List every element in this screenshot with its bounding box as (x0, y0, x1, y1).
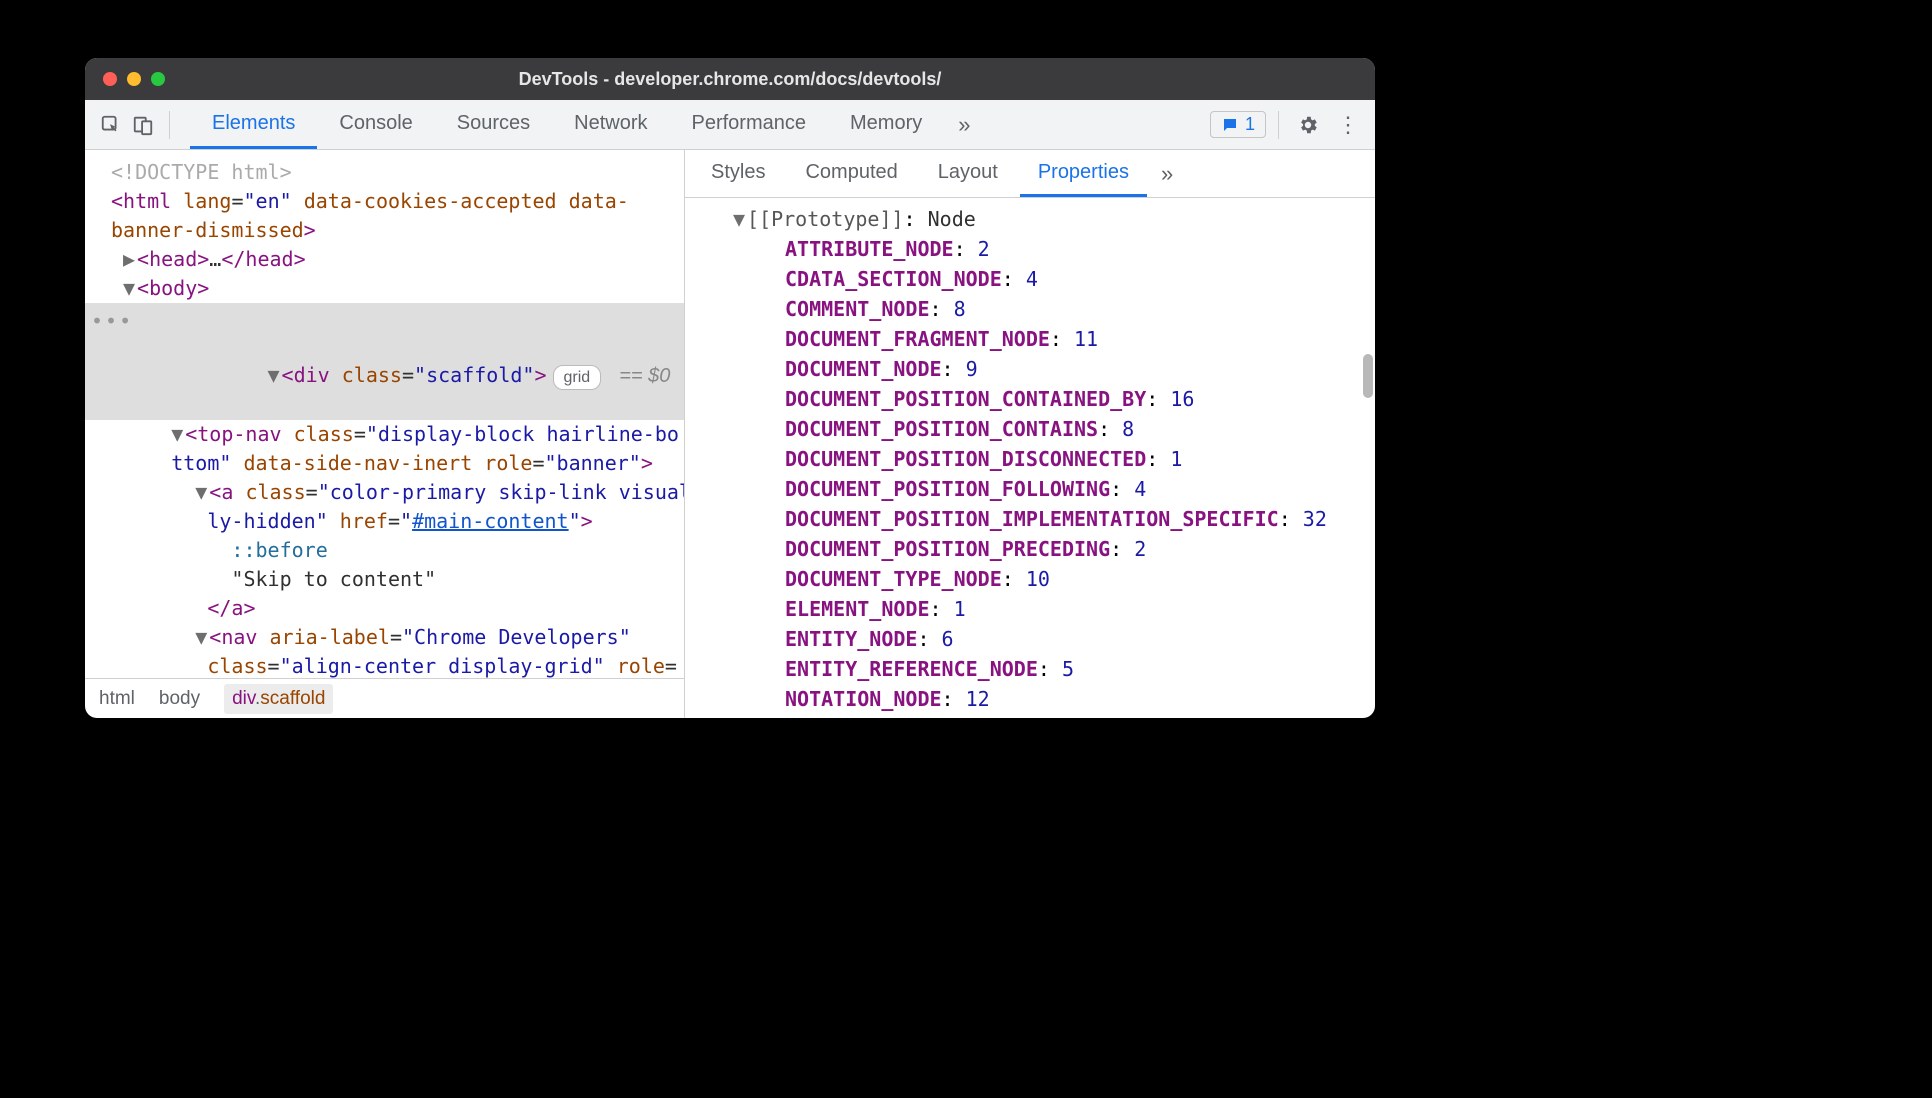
panel-tabs: ElementsConsoleSourcesNetworkPerformance… (190, 100, 944, 149)
crumb-html[interactable]: html (99, 688, 135, 710)
tab-performance[interactable]: Performance (670, 100, 829, 149)
crumb-body[interactable]: body (159, 688, 200, 710)
property-row[interactable]: DOCUMENT_FRAGMENT_NODE: 11 (745, 324, 1375, 354)
property-row[interactable]: COMMENT_NODE: 8 (745, 294, 1375, 324)
separator (1278, 111, 1279, 139)
dom-head[interactable]: ▶<head>…</head> (111, 245, 684, 274)
tab-sources[interactable]: Sources (435, 100, 552, 149)
property-row[interactable]: ELEMENT_NODE: 1 (745, 594, 1375, 624)
elements-panel: <!DOCTYPE html> <html lang="en" data-coo… (85, 150, 685, 718)
property-row[interactable]: DOCUMENT_POSITION_CONTAINS: 8 (745, 414, 1375, 444)
property-row[interactable]: DOCUMENT_POSITION_IMPLEMENTATION_SPECIFI… (745, 504, 1375, 534)
ellipsis-icon[interactable]: ••• (91, 307, 133, 336)
issues-button[interactable]: 1 (1210, 111, 1266, 138)
dom-a-pseudo[interactable]: ::before (111, 536, 684, 565)
device-toggle-icon[interactable] (131, 113, 155, 137)
tab-network[interactable]: Network (552, 100, 669, 149)
tab-memory[interactable]: Memory (828, 100, 944, 149)
property-row[interactable]: NOTATION_NODE: 12 (745, 684, 1375, 714)
side-tab-computed[interactable]: Computed (787, 150, 915, 197)
dom-doctype[interactable]: <!DOCTYPE html> (111, 158, 684, 187)
property-row[interactable]: ENTITY_NODE: 6 (745, 624, 1375, 654)
property-row[interactable]: DOCUMENT_POSITION_PRECEDING: 2 (745, 534, 1375, 564)
titlebar: DevTools - developer.chrome.com/docs/dev… (85, 58, 1375, 100)
dom-selected-node[interactable]: ••• ▼<div class="scaffold">grid == $0 (85, 303, 684, 420)
more-side-tabs-icon[interactable]: » (1151, 161, 1183, 187)
property-row[interactable]: ENTITY_REFERENCE_NODE: 5 (745, 654, 1375, 684)
side-tab-styles[interactable]: Styles (693, 150, 783, 197)
crumb-selected[interactable]: div.scaffold (224, 684, 333, 714)
property-row[interactable]: DOCUMENT_POSITION_DISCONNECTED: 1 (745, 444, 1375, 474)
close-icon[interactable] (103, 72, 117, 86)
dom-a-open[interactable]: ▼<a class="color-primary skip-link visua… (111, 478, 684, 536)
more-tabs-icon[interactable]: » (944, 112, 984, 138)
kebab-icon[interactable]: ⋮ (1331, 108, 1365, 142)
property-row[interactable]: CDATA_SECTION_NODE: 4 (745, 264, 1375, 294)
breadcrumbs: html body div.scaffold (85, 678, 684, 718)
properties-pane[interactable]: ▼[[Prototype]]: Node ATTRIBUTE_NODE: 2CD… (685, 198, 1375, 718)
settings-icon[interactable] (1291, 108, 1325, 142)
side-tab-properties[interactable]: Properties (1020, 150, 1147, 197)
sidebar-tabs: StylesComputedLayoutProperties» (685, 150, 1375, 198)
tab-console[interactable]: Console (317, 100, 434, 149)
dom-nav[interactable]: ▼<nav aria-label="Chrome Developers" cla… (111, 623, 684, 678)
property-row[interactable]: DOCUMENT_POSITION_CONTAINED_BY: 16 (745, 384, 1375, 414)
scrollbar-thumb[interactable] (1363, 354, 1373, 398)
dom-tree[interactable]: <!DOCTYPE html> <html lang="en" data-coo… (85, 150, 684, 678)
main-toolbar: ElementsConsoleSourcesNetworkPerformance… (85, 100, 1375, 150)
property-row[interactable]: ATTRIBUTE_NODE: 2 (745, 234, 1375, 264)
prototype-row[interactable]: ▼[[Prototype]]: Node (733, 204, 1375, 234)
side-tab-layout[interactable]: Layout (920, 150, 1016, 197)
window-controls (103, 72, 165, 86)
property-row[interactable]: DOCUMENT_NODE: 9 (745, 354, 1375, 384)
inspect-icon[interactable] (99, 113, 123, 137)
devtools-window: DevTools - developer.chrome.com/docs/dev… (85, 58, 1375, 718)
maximize-icon[interactable] (151, 72, 165, 86)
dom-body-open[interactable]: ▼<body> (111, 274, 684, 303)
dom-a-text[interactable]: "Skip to content" (111, 565, 684, 594)
dom-a-close[interactable]: </a> (111, 594, 684, 623)
separator (169, 111, 170, 139)
tab-elements[interactable]: Elements (190, 100, 317, 149)
dom-topnav[interactable]: ▼<top-nav class="display-block hairline-… (111, 420, 684, 478)
sidebar-panel: StylesComputedLayoutProperties» ▼[[Proto… (685, 150, 1375, 718)
issues-count: 1 (1245, 114, 1255, 135)
property-row[interactable]: DOCUMENT_TYPE_NODE: 10 (745, 564, 1375, 594)
grid-badge[interactable]: grid (553, 365, 602, 390)
property-row[interactable]: DOCUMENT_POSITION_FOLLOWING: 4 (745, 474, 1375, 504)
minimize-icon[interactable] (127, 72, 141, 86)
dom-html-open[interactable]: <html lang="en" data-cookies-accepted da… (111, 187, 684, 245)
window-title: DevTools - developer.chrome.com/docs/dev… (85, 69, 1375, 90)
console-ref: == $0 (619, 365, 670, 387)
